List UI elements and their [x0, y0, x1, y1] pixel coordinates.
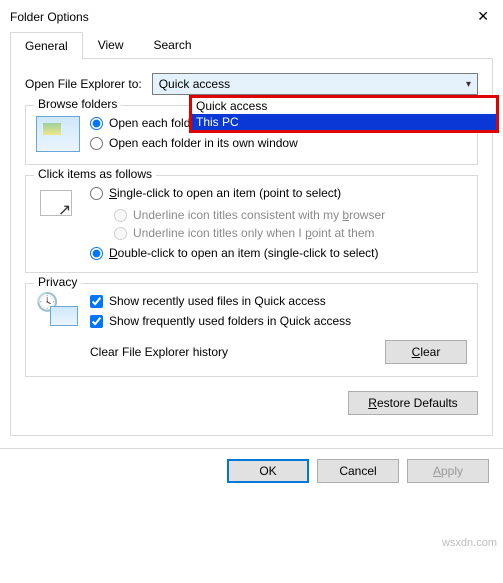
- dialog-footer: OK Cancel Apply: [0, 448, 503, 495]
- dropdown-option-this-pc[interactable]: This PC: [192, 114, 496, 130]
- check-recent-files[interactable]: Show recently used files in Quick access: [90, 294, 467, 308]
- window-title: Folder Options: [10, 10, 89, 24]
- close-icon[interactable]: ✕: [471, 8, 495, 25]
- radio-own-window[interactable]: Open each folder in its own window: [90, 136, 310, 150]
- tab-general[interactable]: General: [10, 32, 83, 59]
- open-explorer-select[interactable]: Quick access ▾: [152, 73, 478, 95]
- dropdown-option-quick-access[interactable]: Quick access: [192, 98, 496, 114]
- browse-legend: Browse folders: [34, 97, 121, 111]
- click-legend: Click items as follows: [34, 167, 156, 181]
- watermark: wsxdn.com: [442, 537, 497, 549]
- privacy-history-icon: [36, 294, 80, 330]
- ok-button[interactable]: OK: [227, 459, 309, 483]
- tab-view[interactable]: View: [83, 31, 139, 58]
- radio-underline-browser: Underline icon titles consistent with my…: [114, 208, 467, 222]
- open-explorer-selected: Quick access: [159, 77, 230, 91]
- check-frequent-folders[interactable]: Show frequently used folders in Quick ac…: [90, 314, 467, 328]
- group-click-items: Click items as follows Single-click to o…: [25, 175, 478, 273]
- single-click-suboptions: Underline icon titles consistent with my…: [114, 208, 467, 240]
- radio-underline-point: Underline icon titles only when I point …: [114, 226, 467, 240]
- open-explorer-label: Open File Explorer to:: [25, 77, 142, 91]
- chevron-down-icon: ▾: [466, 79, 471, 90]
- titlebar: Folder Options ✕: [0, 0, 503, 31]
- radio-double-click[interactable]: Double-click to open an item (single-cli…: [90, 246, 467, 260]
- open-explorer-row: Open File Explorer to: Quick access ▾ Qu…: [25, 73, 478, 95]
- apply-button: Apply: [407, 459, 489, 483]
- folder-picture-icon: [36, 116, 80, 152]
- clear-history-label: Clear File Explorer history: [90, 345, 228, 359]
- group-privacy: Privacy Show recently used files in Quic…: [25, 283, 478, 377]
- clear-button[interactable]: Clear: [385, 340, 467, 364]
- click-cursor-icon: [36, 186, 80, 222]
- open-explorer-dropdown: Quick access This PC: [189, 95, 499, 133]
- tab-strip: General View Search: [10, 31, 493, 59]
- restore-defaults-button[interactable]: Restore Defaults: [348, 391, 478, 415]
- tab-panel-general: Open File Explorer to: Quick access ▾ Qu…: [10, 59, 493, 436]
- cancel-button[interactable]: Cancel: [317, 459, 399, 483]
- radio-single-click[interactable]: Single-click to open an item (point to s…: [90, 186, 467, 200]
- tab-search[interactable]: Search: [139, 31, 207, 58]
- privacy-legend: Privacy: [34, 275, 81, 289]
